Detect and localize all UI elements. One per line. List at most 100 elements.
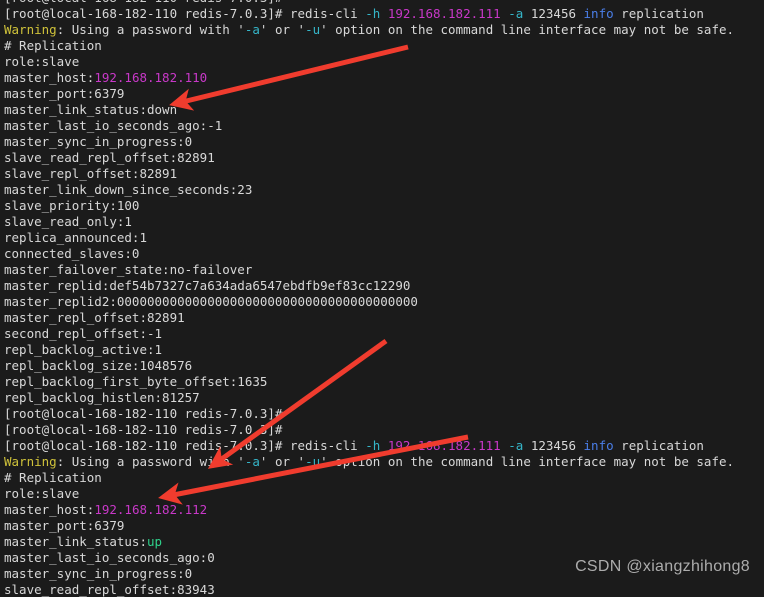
text-segment: master_port:6379 (4, 518, 125, 533)
text-segment: [root@local-168-182-110 redis-7.0.3]# (4, 422, 283, 437)
text-segment: -a (508, 438, 524, 453)
line-21: second_repl_offset:-1 (4, 326, 734, 342)
text-segment: role:slave (4, 54, 80, 69)
line-19: master_replid2:0000000000000000000000000… (4, 294, 734, 310)
line-01-command-1: [root@local-168-182-110 redis-7.0.3]# re… (4, 6, 734, 22)
text-segment: slave_read_only:1 (4, 214, 132, 229)
line-03: # Replication (4, 38, 734, 54)
terminal-window[interactable]: [root@local-168-182-110 redis-7.0.3]#[ro… (0, 0, 764, 597)
text-segment: master_repl_offset:82891 (4, 310, 185, 325)
line-31: role:slave (4, 486, 734, 502)
text-segment: replication (613, 6, 704, 21)
line-26-prompt: [root@local-168-182-110 redis-7.0.3]# (4, 406, 734, 422)
text-segment: master_port:6379 (4, 86, 125, 101)
text-segment: -a (244, 454, 260, 469)
text-segment: master_host: (4, 70, 95, 85)
text-segment: : Using a password with ' (56, 22, 245, 37)
text-segment: Warning (4, 22, 57, 37)
line-23: repl_backlog_size:1048576 (4, 358, 734, 374)
text-segment: repl_backlog_histlen:81257 (4, 390, 200, 405)
line-28-command-2: [root@local-168-182-110 redis-7.0.3]# re… (4, 438, 734, 454)
text-segment: [root@local-168-182-110 redis-7.0.3]# re… (4, 438, 366, 453)
text-segment: second_repl_offset:-1 (4, 326, 163, 341)
text-segment: master_link_status:down (4, 102, 178, 117)
text-segment: [root@local-168-182-110 redis-7.0.3]# (4, 0, 282, 5)
line-17: master_failover_state:no-failover (4, 262, 734, 278)
text-segment: ' option on the command line interface m… (320, 454, 735, 469)
text-segment: master_last_io_seconds_ago:0 (4, 550, 215, 565)
text-segment: -h (365, 6, 381, 21)
text-segment: info (583, 6, 614, 21)
line-20: master_repl_offset:82891 (4, 310, 734, 326)
text-segment: up (147, 534, 163, 549)
text-segment: repl_backlog_active:1 (4, 342, 163, 357)
text-segment: info (583, 438, 614, 453)
line-25: repl_backlog_histlen:81257 (4, 390, 734, 406)
text-segment: connected_slaves:0 (4, 246, 140, 261)
text-segment: : Using a password with ' (56, 454, 245, 469)
line-32-master-host-2: master_host:192.168.182.112 (4, 502, 734, 518)
line-13: slave_priority:100 (4, 198, 734, 214)
text-segment: replication (613, 438, 704, 453)
text-segment: # Replication (4, 38, 102, 53)
line-29-warning-2: Warning: Using a password with '-a' or '… (4, 454, 734, 470)
text-segment: ' or ' (259, 454, 306, 469)
text-segment: 192.168.182.111 (387, 438, 501, 453)
text-segment: master_replid:def54b7327c7a634ada6547ebd… (4, 278, 411, 293)
text-segment: -h (365, 438, 381, 453)
text-segment: master_replid2:0000000000000000000000000… (4, 294, 418, 309)
text-segment: master_host: (4, 502, 95, 517)
line-00-clipped-prompt: [root@local-168-182-110 redis-7.0.3]# (4, 0, 734, 6)
text-segment: repl_backlog_size:1048576 (4, 358, 193, 373)
text-segment: 192.168.182.111 (387, 6, 501, 21)
text-segment: -u (305, 454, 321, 469)
text-segment: role:slave (4, 486, 80, 501)
text-segment: slave_read_repl_offset:82891 (4, 150, 215, 165)
line-11: slave_repl_offset:82891 (4, 166, 734, 182)
line-06: master_port:6379 (4, 86, 734, 102)
text-segment: repl_backlog_first_byte_offset:1635 (4, 374, 268, 389)
text-segment: slave_priority:100 (4, 198, 140, 213)
text-segment: ' or ' (259, 22, 306, 37)
line-18: master_replid:def54b7327c7a634ada6547ebd… (4, 278, 734, 294)
text-segment: [root@local-168-182-110 redis-7.0.3]# (4, 406, 283, 421)
terminal-output: [root@local-168-182-110 redis-7.0.3]#[ro… (4, 0, 734, 597)
text-segment: -a (508, 6, 524, 21)
text-segment: 123456 (523, 6, 584, 21)
csdn-watermark: CSDN @xiangzhihong8 (575, 558, 750, 575)
line-27-prompt: [root@local-168-182-110 redis-7.0.3]# (4, 422, 734, 438)
text-segment (380, 438, 388, 453)
text-segment: master_sync_in_progress:0 (4, 566, 193, 581)
line-02-warning-1: Warning: Using a password with '-a' or '… (4, 22, 734, 38)
line-15: replica_announced:1 (4, 230, 734, 246)
text-segment: master_sync_in_progress:0 (4, 134, 193, 149)
text-segment: master_link_down_since_seconds:23 (4, 182, 253, 197)
text-segment (380, 6, 388, 21)
line-37: slave_read_repl_offset:83943 (4, 582, 734, 597)
text-segment: 192.168.182.112 (94, 502, 208, 517)
text-segment: slave_repl_offset:82891 (4, 166, 178, 181)
text-segment: 123456 (523, 438, 584, 453)
line-08: master_last_io_seconds_ago:-1 (4, 118, 734, 134)
line-33: master_port:6379 (4, 518, 734, 534)
line-30: # Replication (4, 470, 734, 486)
text-segment: master_link_status: (4, 534, 147, 549)
line-07-master-link-status-down: master_link_status:down (4, 102, 734, 118)
text-segment: 192.168.182.110 (94, 70, 208, 85)
line-24: repl_backlog_first_byte_offset:1635 (4, 374, 734, 390)
text-segment: -a (244, 22, 260, 37)
line-34-master-link-status-up: master_link_status:up (4, 534, 734, 550)
line-10: slave_read_repl_offset:82891 (4, 150, 734, 166)
text-segment: -u (305, 22, 321, 37)
text-segment: # Replication (4, 470, 102, 485)
text-segment: master_last_io_seconds_ago:-1 (4, 118, 223, 133)
text-segment: [root@local-168-182-110 redis-7.0.3]# re… (4, 6, 366, 21)
line-22: repl_backlog_active:1 (4, 342, 734, 358)
text-segment: Warning (4, 454, 57, 469)
text-segment: slave_read_repl_offset:83943 (4, 582, 215, 597)
line-12: master_link_down_since_seconds:23 (4, 182, 734, 198)
text-segment: master_failover_state:no-failover (4, 262, 253, 277)
line-04: role:slave (4, 54, 734, 70)
line-05-master-host-1: master_host:192.168.182.110 (4, 70, 734, 86)
line-16: connected_slaves:0 (4, 246, 734, 262)
